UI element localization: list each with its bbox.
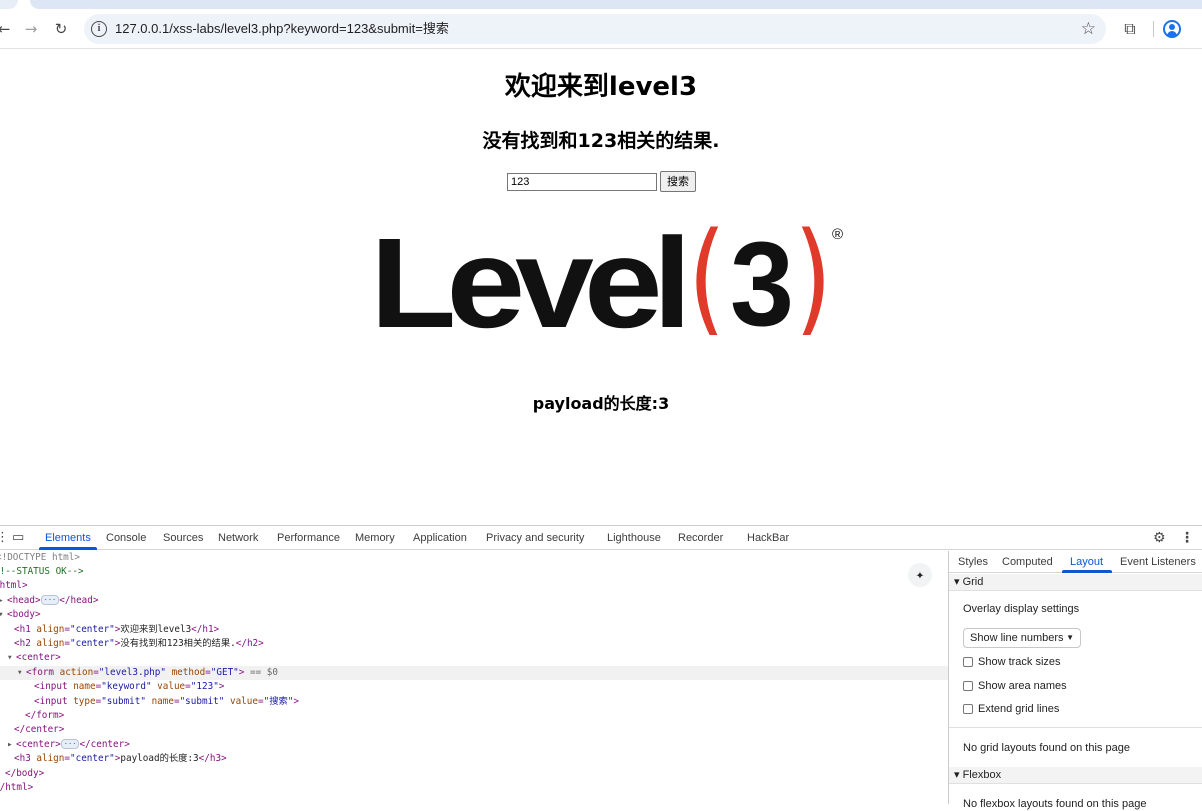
show-area-names-checkbox[interactable] (963, 681, 973, 691)
dom-line-h1[interactable]: <h1 align="center">欢迎来到level3</h1> (14, 623, 219, 637)
logo-digit: 3 (730, 217, 794, 335)
page-viewport: 欢迎来到level3 没有找到和123相关的结果. 搜索 Level ( 3 )… (0, 49, 1202, 525)
tab-elements[interactable]: Elements (45, 531, 91, 545)
dom-line-body-close[interactable]: </body> (5, 767, 44, 781)
dom-line-html[interactable]: <html> (0, 579, 28, 593)
dom-line-doctype[interactable]: <!DOCTYPE html> (0, 551, 80, 565)
url-text[interactable]: 127.0.0.1/xss-labs/level3.php?keyword=12… (115, 21, 449, 37)
tab-application[interactable]: Application (413, 531, 467, 545)
tab-layout[interactable]: Layout (1070, 555, 1103, 569)
tab-memory[interactable]: Memory (355, 531, 395, 545)
dom-line-input-keyword[interactable]: <input name="keyword" value="123"> (34, 680, 224, 694)
logo-registered-mark: ® (832, 226, 843, 243)
tab-computed[interactable]: Computed (1002, 555, 1053, 569)
more-options-icon[interactable]: ⋮ (1180, 529, 1194, 547)
bookmark-star-icon[interactable]: ☆ (1081, 19, 1096, 39)
extend-grid-lines-checkbox[interactable] (963, 704, 973, 714)
no-grid-message: No grid layouts found on this page (963, 742, 1130, 754)
dom-line-input-submit[interactable]: <input type="submit" name="submit" value… (34, 695, 299, 709)
dom-line-form-close[interactable]: </form> (25, 709, 64, 723)
styles-sidebar: Styles Computed Layout Event Listeners ▾… (949, 551, 1202, 810)
dom-line-center[interactable]: ▾ <center> (7, 651, 61, 665)
level3-logo-image: Level ( 3 ) ® (370, 213, 843, 335)
tab-network[interactable]: Network (218, 531, 258, 545)
forward-icon[interactable]: → (19, 17, 43, 41)
logo-paren-left: ( (688, 213, 726, 335)
result-message: 没有找到和123相关的结果. (482, 130, 720, 152)
sidebar-active-indicator (1062, 570, 1112, 573)
dom-line-center-collapsed[interactable]: ▸ <center> ··· </center> (7, 738, 130, 752)
search-submit-button[interactable]: 搜索 (660, 171, 696, 192)
accessibility-tree-icon[interactable]: ✦ (908, 563, 932, 587)
dom-line-comment[interactable]: <!--STATUS OK--> (0, 565, 84, 579)
tab-performance[interactable]: Performance (277, 531, 340, 545)
flexbox-section-label: Flexbox (962, 769, 1002, 781)
keyword-input[interactable] (507, 173, 657, 191)
settings-gear-icon[interactable]: ⚙ (1153, 529, 1166, 547)
sidebar-tabbar: Styles Computed Layout Event Listeners (949, 551, 1202, 573)
dom-line-form-selected[interactable]: ▾ <form action="level3.php" method="GET">… (0, 666, 948, 681)
dom-line-html-close[interactable]: </html> (0, 781, 33, 795)
logo-paren-right: ) (794, 213, 832, 335)
show-track-sizes-checkbox[interactable] (963, 657, 973, 667)
devtools-panel: ⋮ ▭ Elements Console Sources Network Per… (0, 525, 1202, 810)
browser-toolbar: ← → ↻ i 127.0.0.1/xss-labs/level3.php?ke… (0, 9, 1202, 49)
extend-grid-lines-label[interactable]: Extend grid lines (978, 702, 1059, 716)
dom-line-center-close[interactable]: </center> (14, 723, 64, 737)
chevron-down-icon: ▼ (1066, 633, 1074, 642)
active-tab-indicator (39, 547, 97, 550)
tab-stub[interactable] (0, 0, 18, 9)
dom-line-h3[interactable]: <h3 align="center">payload的长度:3</h3> (14, 752, 227, 766)
profile-icon[interactable] (1163, 20, 1181, 38)
inspect-element-icon[interactable]: ⋮ (0, 529, 9, 547)
line-numbers-select[interactable]: Show line numbers ▼ (963, 628, 1081, 648)
grid-section-label: Grid (962, 576, 984, 588)
tab-styles[interactable]: Styles (958, 555, 988, 569)
tab-recorder[interactable]: Recorder (678, 531, 723, 545)
extensions-icon[interactable]: ⧉ (1118, 17, 1142, 41)
dom-line-body[interactable]: ▾ <body> (0, 608, 41, 622)
page-heading: 欢迎来到level3 (504, 72, 698, 102)
line-numbers-value: Show line numbers (970, 632, 1064, 644)
tab-hackbar[interactable]: HackBar (747, 531, 789, 545)
tab-event-listeners[interactable]: Event Listeners (1120, 555, 1196, 569)
tab-privacy-security[interactable]: Privacy and security (486, 531, 584, 545)
dom-tree[interactable]: <!DOCTYPE html> <!--STATUS OK--> <html> … (0, 551, 948, 804)
dom-line-h2[interactable]: <h2 align="center">没有找到和123相关的结果.</h2> (14, 637, 264, 651)
device-toolbar-icon[interactable]: ▭ (12, 529, 24, 547)
logo-level-text: Level (370, 213, 682, 335)
no-flexbox-message: No flexbox layouts found on this page (963, 798, 1147, 810)
tab-lighthouse[interactable]: Lighthouse (607, 531, 661, 545)
grid-section-header[interactable]: ▾ Grid (949, 574, 1202, 591)
layout-divider (949, 727, 1202, 728)
tab-console[interactable]: Console (106, 531, 146, 545)
show-area-names-label[interactable]: Show area names (978, 679, 1067, 693)
reload-icon[interactable]: ↻ (49, 17, 73, 41)
devtools-tabbar: ⋮ ▭ Elements Console Sources Network Per… (0, 526, 1202, 550)
tab-bar (30, 0, 1202, 9)
show-track-sizes-label[interactable]: Show track sizes (978, 655, 1061, 669)
address-bar[interactable]: i 127.0.0.1/xss-labs/level3.php?keyword=… (84, 14, 1106, 44)
flexbox-section-header[interactable]: ▾ Flexbox (949, 767, 1202, 784)
tab-sources[interactable]: Sources (163, 531, 203, 545)
toolbar-divider (1153, 21, 1154, 37)
overlay-settings-label: Overlay display settings (963, 603, 1080, 615)
site-info-icon[interactable]: i (91, 21, 107, 37)
back-icon[interactable]: ← (0, 17, 16, 41)
dom-line-head[interactable]: ▸ <head> ··· </head> (0, 594, 98, 608)
tab-strip (0, 0, 1202, 9)
payload-length: payload的长度:3 (532, 394, 670, 413)
